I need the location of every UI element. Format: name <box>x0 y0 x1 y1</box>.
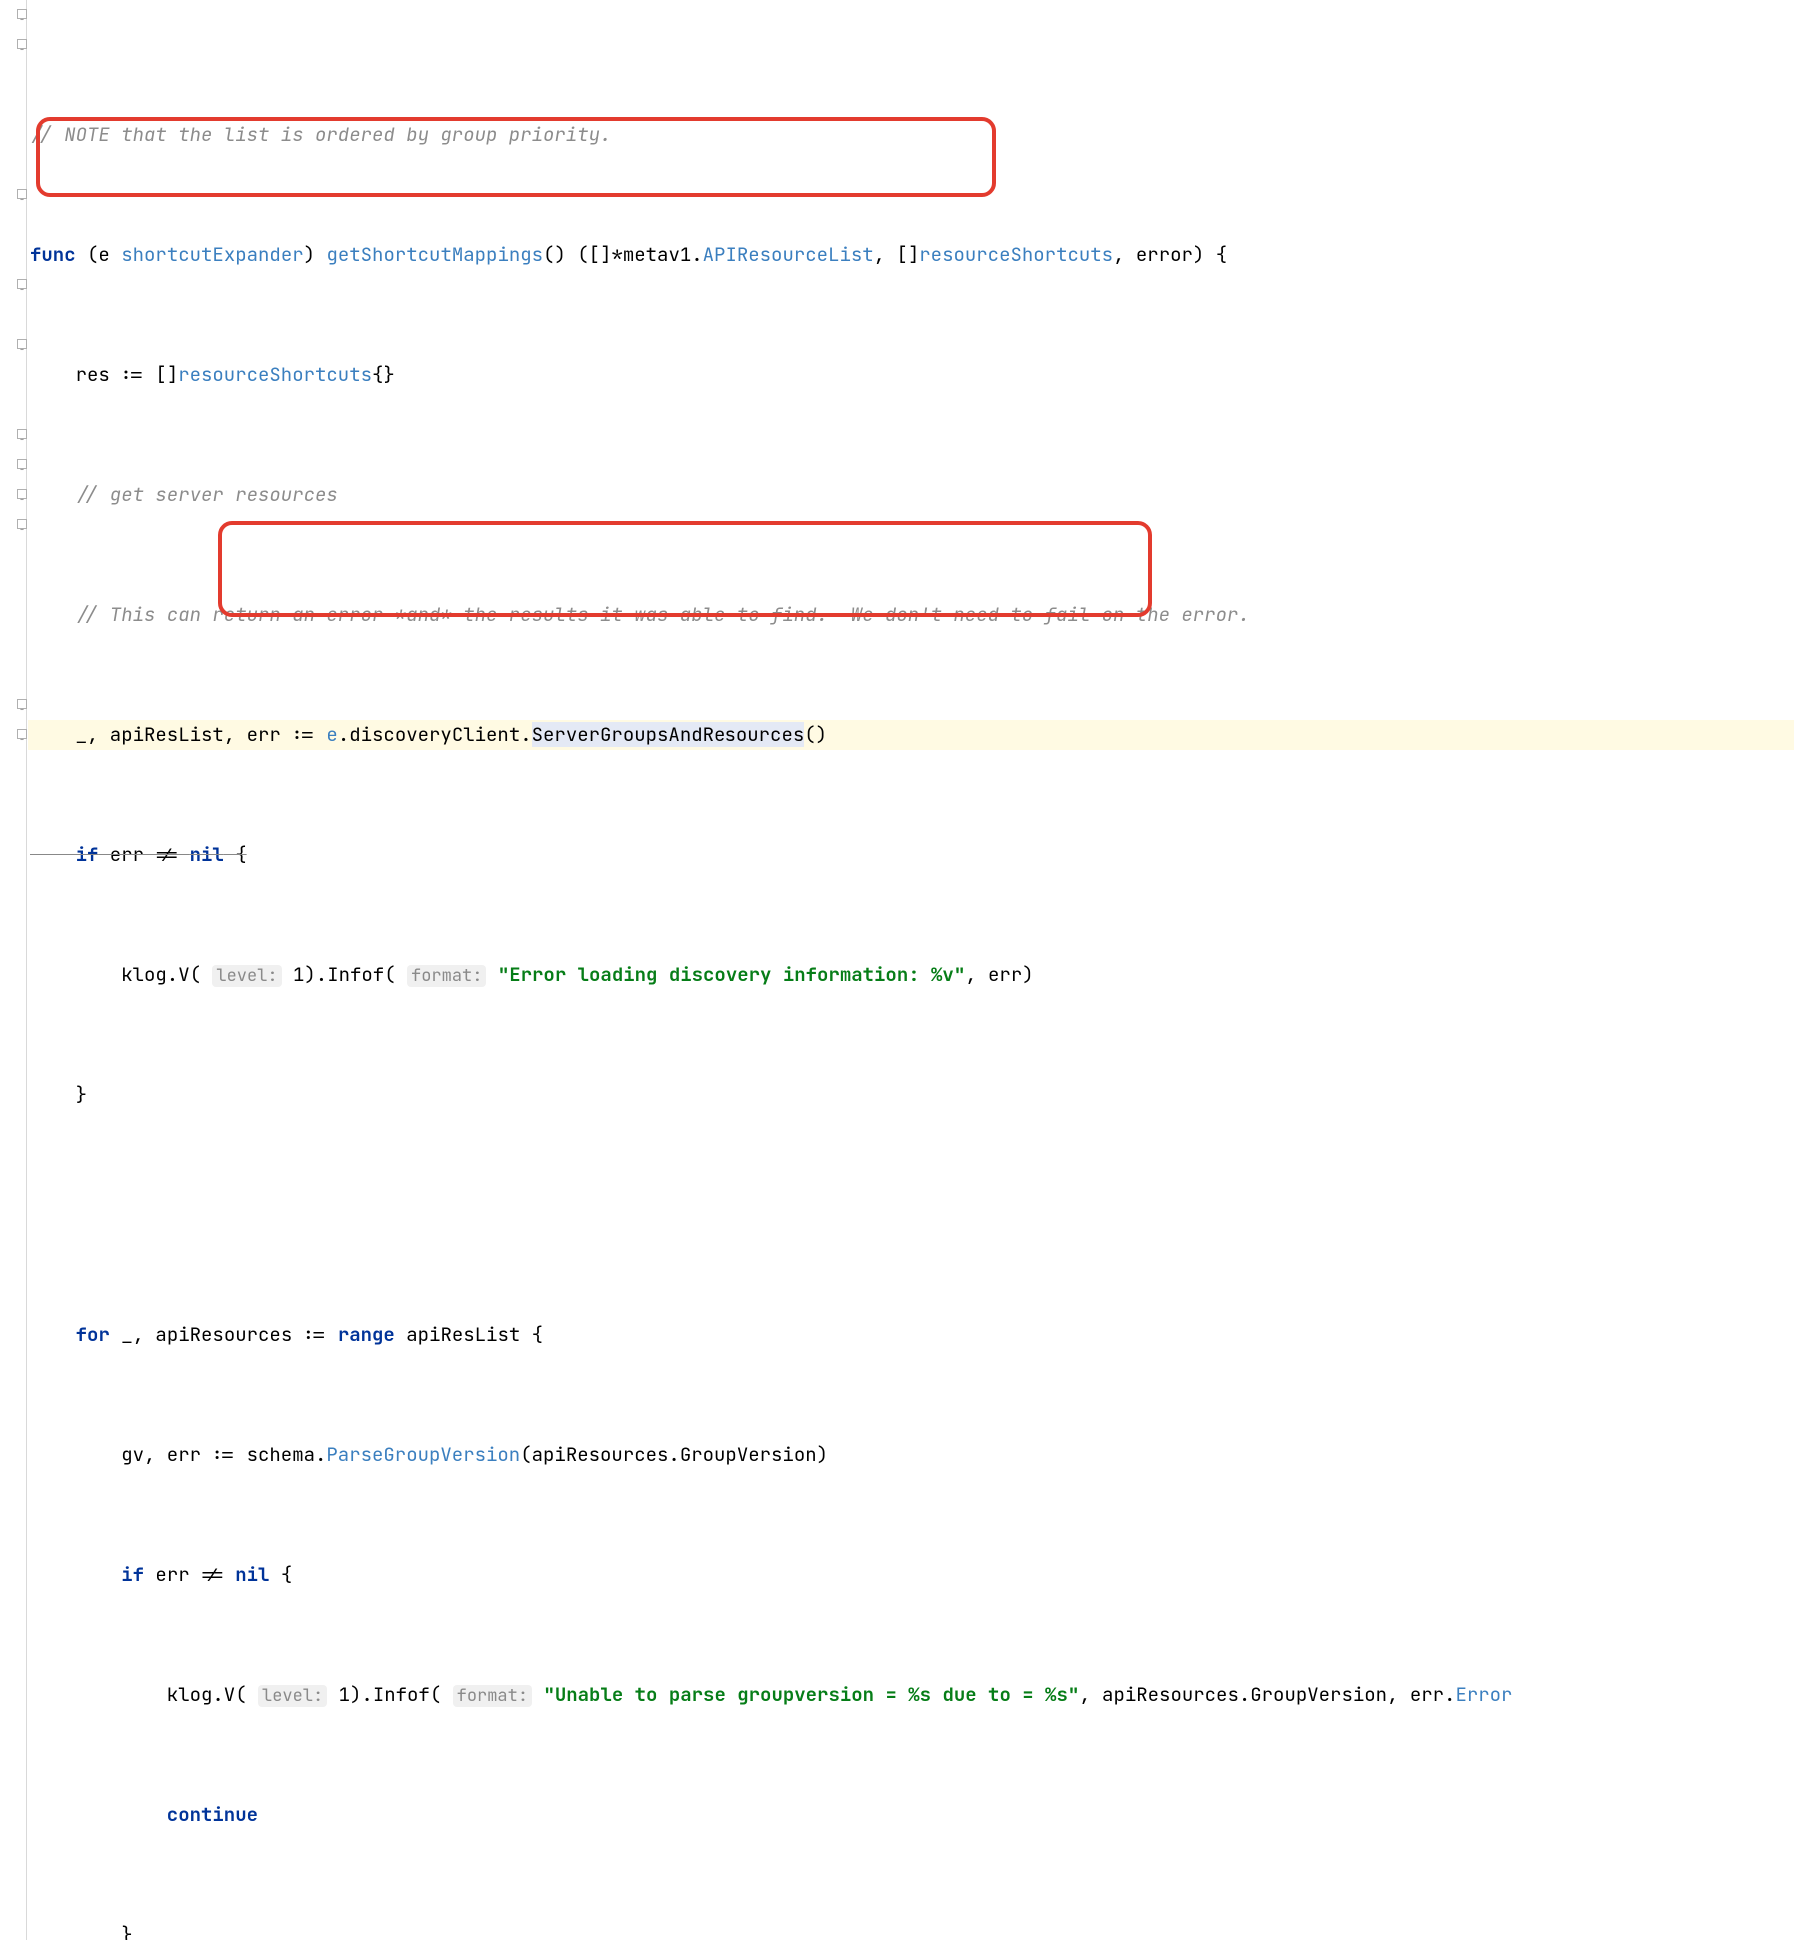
gutter <box>0 0 27 1940</box>
code-line[interactable]: klog.V( level: 1).Infof( format: "Error … <box>28 960 1794 990</box>
fold-marker[interactable] <box>17 39 27 49</box>
code-line[interactable]: // This can return an error *and* the re… <box>28 600 1794 630</box>
comment-text: // get server resources <box>30 482 338 507</box>
fold-marker[interactable] <box>17 339 27 349</box>
code-editor[interactable]: // NOTE that the list is ordered by grou… <box>0 0 1794 1940</box>
fold-marker[interactable] <box>17 729 27 739</box>
code-line[interactable]: if err != nil { <box>28 840 1794 870</box>
code-line[interactable]: if err != nil { <box>28 1560 1794 1590</box>
code-line[interactable]: for _, apiResources := range apiResList … <box>28 1320 1794 1350</box>
fold-marker[interactable] <box>17 489 27 499</box>
code-line[interactable]: } <box>28 1080 1794 1110</box>
inlay-hint: format: <box>453 1685 532 1707</box>
fold-marker[interactable] <box>17 429 27 439</box>
code-line[interactable] <box>28 1200 1794 1230</box>
fold-marker[interactable] <box>17 519 27 529</box>
code-line[interactable]: // NOTE that the list is ordered by grou… <box>28 120 1794 150</box>
inlay-hint: format: <box>407 965 486 987</box>
comment-text: // This can return an error *and* the re… <box>30 602 1250 627</box>
comment-text: // NOTE that the list is ordered by grou… <box>30 122 611 147</box>
code-line[interactable]: gv, err := schema.ParseGroupVersion(apiR… <box>28 1440 1794 1470</box>
fold-marker[interactable] <box>17 459 27 469</box>
fold-marker[interactable] <box>17 9 27 19</box>
code-line[interactable]: } <box>28 1920 1794 1940</box>
inlay-hint: level: <box>258 1685 327 1707</box>
inlay-hint: level: <box>212 965 281 987</box>
code-line[interactable]: // get server resources <box>28 480 1794 510</box>
fold-marker[interactable] <box>17 699 27 709</box>
fold-marker[interactable] <box>17 189 27 199</box>
fold-marker[interactable] <box>17 279 27 289</box>
code-line[interactable]: func (e shortcutExpander) getShortcutMap… <box>28 240 1794 270</box>
code-line-active[interactable]: _, apiResList, err := e.discoveryClient.… <box>28 720 1794 750</box>
selected-identifier: ServerGroupsAndRe <box>532 722 726 747</box>
code-line[interactable]: res := []resourceShortcuts{} <box>28 360 1794 390</box>
code-line[interactable]: continue <box>28 1800 1794 1830</box>
code-line[interactable]: klog.V( level: 1).Infof( format: "Unable… <box>28 1680 1794 1710</box>
